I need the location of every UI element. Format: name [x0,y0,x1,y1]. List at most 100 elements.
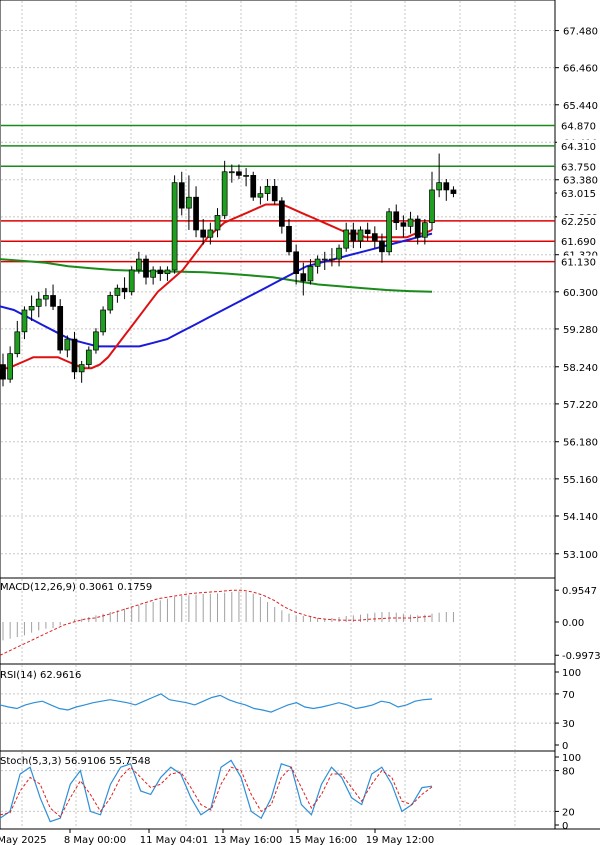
candle [50,284,56,311]
candle-body [78,364,85,373]
x-axis-label: 15 May 16:00 [289,835,358,845]
price-axis-label: 57.220 [563,400,598,411]
candle [264,179,271,201]
candle-body [121,287,128,293]
level-label: 61.130 [561,258,596,269]
candle-body [157,269,164,274]
candle-body [329,258,335,261]
candle-body [28,306,35,311]
price-axis-label: 67.480 [563,27,598,38]
price-axis-label: 66.460 [563,64,598,75]
candle-body [279,200,285,227]
candle-body [243,175,249,177]
stoch-d-line [0,766,433,818]
candle-body [71,338,78,373]
candle [350,222,357,249]
candle [371,226,378,249]
x-axis-label: 11 May 04:01 [140,835,209,845]
candle-body [414,218,421,238]
candle [286,219,292,256]
candle-body [114,287,121,296]
candle [386,208,392,256]
candle-body [200,229,207,238]
candle [279,197,285,234]
sma-green-line [0,258,433,293]
candle [329,248,335,267]
candle-body [171,182,178,271]
candle-body [264,185,271,194]
candle [221,160,228,220]
candle-body [250,175,257,198]
candle-body [371,233,378,242]
candle [128,266,135,296]
candle-body [307,265,314,282]
candle [443,179,450,201]
candle [243,168,249,187]
candle-body [0,364,6,380]
candle [214,208,221,238]
candle-body [164,269,171,274]
level-label: 62.250 [561,217,596,228]
candle-body [321,258,328,261]
x-axis-label: 13 May 16:00 [214,835,283,845]
candle-body [186,196,192,209]
price-axis-label: 58.240 [563,363,598,374]
rsi-label: RSI(14) 62.9616 [0,670,81,681]
candle [157,266,164,281]
macd-axis-label: 0.9547 [562,586,597,597]
candle [143,255,149,285]
x-axis-label: 8 May 00:00 [64,835,126,845]
candle-body [364,229,371,234]
candle [107,291,114,314]
candle [7,346,14,383]
macd-axis-label: -0.9973 [562,651,600,662]
candle [271,179,278,205]
candle-body [393,211,400,224]
candle-body [379,240,385,253]
stoch-axis-label: 20 [562,807,575,818]
candle [71,331,78,380]
candle-body [236,171,242,176]
candle [343,222,350,252]
level-label: 61.690 [561,237,596,248]
candle-body [350,229,357,242]
price-axis-label: 56.180 [563,438,598,449]
candle [314,255,321,274]
candle [93,328,99,354]
candle [21,306,28,340]
candle-body [314,258,321,267]
stoch-axis-label: 100 [562,753,581,764]
candle-body [150,269,156,278]
level-label: 64.870 [561,122,596,133]
trading-chart[interactable]: 67.48066.46065.44064.41063.38062.36061.3… [0,0,600,845]
candle-body [407,218,414,227]
candle-body [357,229,364,242]
candle [171,175,178,274]
candle [257,186,264,205]
macd-axis-label: 0.00 [562,618,584,629]
current-price-label: 63.015 [561,189,596,200]
candle-body [21,309,28,333]
x-axis-label: 19 May 12:00 [366,835,435,845]
candle [414,215,421,245]
candle [429,171,435,230]
candle [307,259,314,285]
rsi-axis-label: 30 [562,719,575,730]
price-axis-label: 65.440 [563,101,598,112]
candle [178,171,185,216]
candle [336,244,342,267]
candle-body [64,338,71,351]
candle [14,320,21,358]
candle-body [300,273,307,282]
candle [78,360,85,383]
candle [28,295,35,321]
candle-body [85,349,92,365]
candle-body [436,182,442,191]
rsi-axis-label: 0 [562,741,568,752]
candle [293,244,299,285]
x-axis-label: May 2025 [0,835,47,845]
macd-label: MACD(12,26,9) 0.3061 0.1759 [0,582,152,593]
candle-body [400,222,407,227]
candle [186,175,192,230]
candle [114,284,121,303]
